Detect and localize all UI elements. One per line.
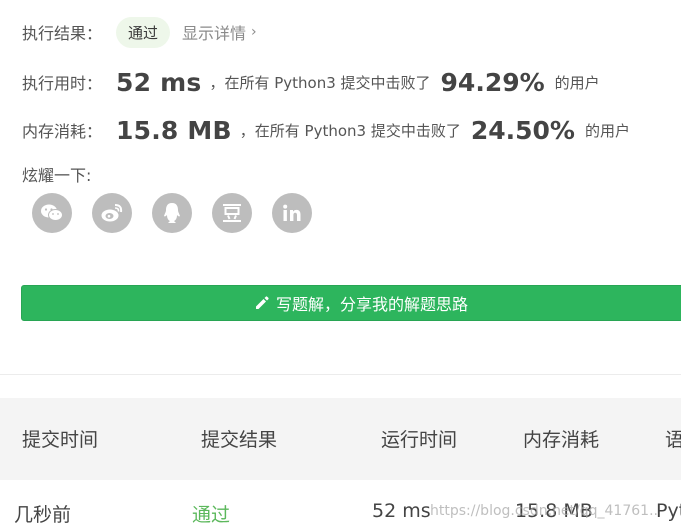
pencil-icon xyxy=(254,295,270,311)
wechat-icon[interactable] xyxy=(32,193,72,233)
memory-label: 内存消耗： xyxy=(22,122,103,141)
qq-icon[interactable] xyxy=(152,193,192,233)
memory-tail-text: 的用户 xyxy=(584,121,630,140)
write-solution-label: 写题解，分享我的解题思路 xyxy=(275,295,468,314)
watermark: https://blog.csdn.net/qq_41761.. xyxy=(430,503,658,519)
share-label: 炫耀一下: xyxy=(22,166,92,185)
weibo-icon[interactable] xyxy=(92,193,132,233)
share-row: 炫耀一下: xyxy=(22,161,91,187)
memory-value: 15.8 MB xyxy=(116,115,232,145)
douban-icon[interactable] xyxy=(212,193,252,233)
cell-submit-result[interactable]: 通过 xyxy=(192,500,230,527)
header-submit-result[interactable]: 提交结果 xyxy=(201,425,277,452)
chevron-right-icon: › xyxy=(251,24,257,40)
linkedin-icon[interactable] xyxy=(272,193,312,233)
cell-submit-time: 几秒前 xyxy=(14,504,72,526)
runtime-value: 52 ms xyxy=(116,67,202,97)
show-details-link[interactable]: 显示详情 › xyxy=(182,20,257,44)
show-details-label: 显示详情 xyxy=(182,24,247,43)
result-row: 执行结果： 通过 显示详情 › xyxy=(22,16,257,48)
runtime-tail-text: 的用户 xyxy=(554,73,600,92)
runtime-row: 执行用时： 52 ms ，在所有 Python3 提交中击败了 94.29% 的… xyxy=(22,64,600,100)
write-solution-button[interactable]: 写题解，分享我的解题思路 xyxy=(21,285,681,321)
header-submit-time[interactable]: 提交时间 xyxy=(22,425,98,452)
social-share-icons xyxy=(32,193,332,233)
result-label: 执行结果： xyxy=(22,24,103,43)
runtime-middle-text: ，在所有 Python3 提交中击败了 xyxy=(209,73,431,92)
memory-middle-text: ，在所有 Python3 提交中击败了 xyxy=(239,121,461,140)
runtime-percent: 94.29% xyxy=(440,67,545,97)
submissions-table-header: 提交时间 提交结果 运行时间 内存消耗 语 xyxy=(0,398,681,480)
header-memory[interactable]: 内存消耗 xyxy=(523,425,599,452)
section-divider xyxy=(0,374,681,375)
runtime-label: 执行用时： xyxy=(22,74,103,93)
cell-runtime: 52 ms xyxy=(372,500,431,522)
header-language[interactable]: 语 xyxy=(665,425,681,452)
header-runtime[interactable]: 运行时间 xyxy=(381,425,457,452)
memory-row: 内存消耗： 15.8 MB ，在所有 Python3 提交中击败了 24.50%… xyxy=(22,112,630,148)
status-badge: 通过 xyxy=(116,16,171,48)
memory-percent: 24.50% xyxy=(470,115,575,145)
cell-language: Pyt xyxy=(656,500,681,522)
